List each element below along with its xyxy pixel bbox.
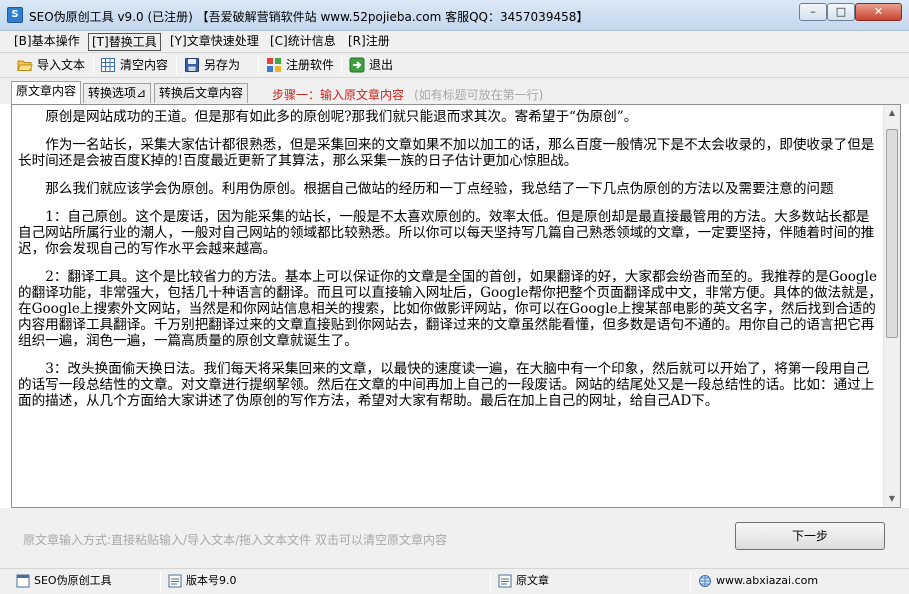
exit-label: 退出: [369, 58, 394, 72]
article-paragraph: 2：翻译工具。这个是比较省力的方法。基本上可以保证你的文章是全国的首创，如果翻译…: [18, 269, 882, 349]
menu-quick-process[interactable]: [Y]文章快速处理: [167, 33, 262, 51]
status-site[interactable]: www.abxiazai.com: [696, 572, 818, 591]
save-as-button[interactable]: 另存为: [184, 55, 240, 76]
app-icon: S: [7, 7, 23, 23]
toolbar-separator: [341, 56, 342, 74]
exit-button[interactable]: 退出: [349, 55, 393, 76]
import-text-label: 导入文本: [37, 58, 86, 72]
scrollbar-thumb[interactable]: [886, 129, 898, 338]
folder-open-icon: [17, 60, 33, 71]
toolbar-separator: [93, 56, 94, 74]
toolbar-separator: [258, 56, 259, 74]
floppy-disk-icon: [185, 58, 199, 72]
status-mode: 原文章: [496, 572, 549, 591]
clear-content-label: 清空内容: [120, 58, 169, 72]
register-software-button[interactable]: 注册软件: [266, 55, 334, 76]
status-app-name: SEO伪原创工具: [14, 572, 112, 591]
color-grid-icon: [267, 58, 281, 72]
scroll-down-arrow-icon[interactable]: ▼: [884, 491, 900, 507]
document-icon: [498, 574, 512, 588]
maximize-button[interactable]: □: [827, 3, 855, 21]
window-title: SEO伪原创工具 v9.0 (已注册) 【吾爱破解营销软件站 www.52poj…: [29, 10, 589, 24]
import-text-button[interactable]: 导入文本: [17, 55, 85, 76]
status-divider: [690, 572, 691, 592]
toolbar-separator: [176, 56, 177, 74]
register-software-label: 注册软件: [286, 58, 335, 72]
article-paragraph: 那么我们就应该学会伪原创。利用伪原创。根据自己做站的经历和一丁点经验，我总结了一…: [45, 181, 834, 197]
save-as-label: 另存为: [204, 58, 241, 72]
status-version: 版本号9.0: [166, 572, 237, 591]
tab-converted-article[interactable]: 转换后文章内容: [154, 83, 249, 103]
status-divider: [490, 572, 491, 592]
menu-bar: [B]基本操作 [T]替换工具 [Y]文章快速处理 [C]统计信息 [R]注册: [0, 31, 909, 53]
menu-register[interactable]: [R]注册: [345, 33, 393, 51]
document-icon: [168, 574, 182, 588]
scroll-up-arrow-icon[interactable]: ▲: [884, 105, 900, 121]
toolbar: 导入文本 清空内容 另存为 注册软件 退出: [0, 53, 909, 78]
article-paragraph: 作为一名站长，采集大家估计都很熟悉，但是采集回来的文章如果不加以加工的话，那么百…: [18, 137, 875, 169]
title-hint: (如有标题可放在第一行): [414, 88, 544, 102]
exit-arrow-icon: [349, 57, 365, 73]
article-text-area[interactable]: 原创是网站成功的王道。但是那有如此多的原创呢?那我们就只能退而求其次。寄希望于“…: [18, 109, 882, 505]
status-bar: SEO伪原创工具 版本号9.0 原文章 www.abxiazai.com: [0, 568, 909, 594]
article-paragraph: 1：自己原创。这个是废话，因为能采集的站长，一般是不太喜欢原创的。效率太低。但是…: [18, 209, 875, 257]
globe-icon: [699, 575, 711, 587]
grid-table-icon: [101, 58, 115, 72]
menu-statistics[interactable]: [C]统计信息: [267, 33, 339, 51]
menu-basic-ops[interactable]: [B]基本操作: [11, 33, 83, 51]
clear-content-button[interactable]: 清空内容: [100, 55, 168, 76]
article-paragraph: 3：改头换面偷天换日法。我们每天将采集回来的文章，以最快的速度读一遍，在大脑中有…: [18, 361, 875, 409]
step-instruction: 步骤一：输入原文章内容: [272, 88, 405, 102]
status-mode-label: 原文章: [516, 574, 549, 587]
article-paragraph: 原创是网站成功的王道。但是那有如此多的原创呢?那我们就只能退而求其次。寄希望于“…: [45, 109, 638, 125]
status-app-label: SEO伪原创工具: [34, 574, 112, 587]
title-bar: S SEO伪原创工具 v9.0 (已注册) 【吾爱破解营销软件站 www.52p…: [0, 0, 909, 31]
minimize-button[interactable]: –: [799, 3, 827, 21]
tab-original-article[interactable]: 原文章内容: [11, 81, 82, 104]
input-method-hint: 原文章输入方式:直接粘贴输入/导入文本/拖入文本文件 双击可以清空原文章内容: [23, 533, 447, 547]
article-editor[interactable]: 原创是网站成功的王道。但是那有如此多的原创呢?那我们就只能退而求其次。寄希望于“…: [11, 104, 901, 508]
tab-convert-options[interactable]: 转换选项⊿: [83, 83, 152, 103]
status-site-label[interactable]: www.abxiazai.com: [716, 574, 818, 587]
status-version-label: 版本号9.0: [186, 574, 237, 587]
next-step-button[interactable]: 下一步: [735, 522, 885, 550]
menu-replace-tools[interactable]: [T]替换工具: [88, 33, 161, 51]
window-app-icon: [16, 574, 30, 588]
close-button[interactable]: ✕: [855, 3, 902, 21]
vertical-scrollbar[interactable]: ▲ ▼: [883, 105, 900, 507]
status-divider: [160, 572, 161, 592]
